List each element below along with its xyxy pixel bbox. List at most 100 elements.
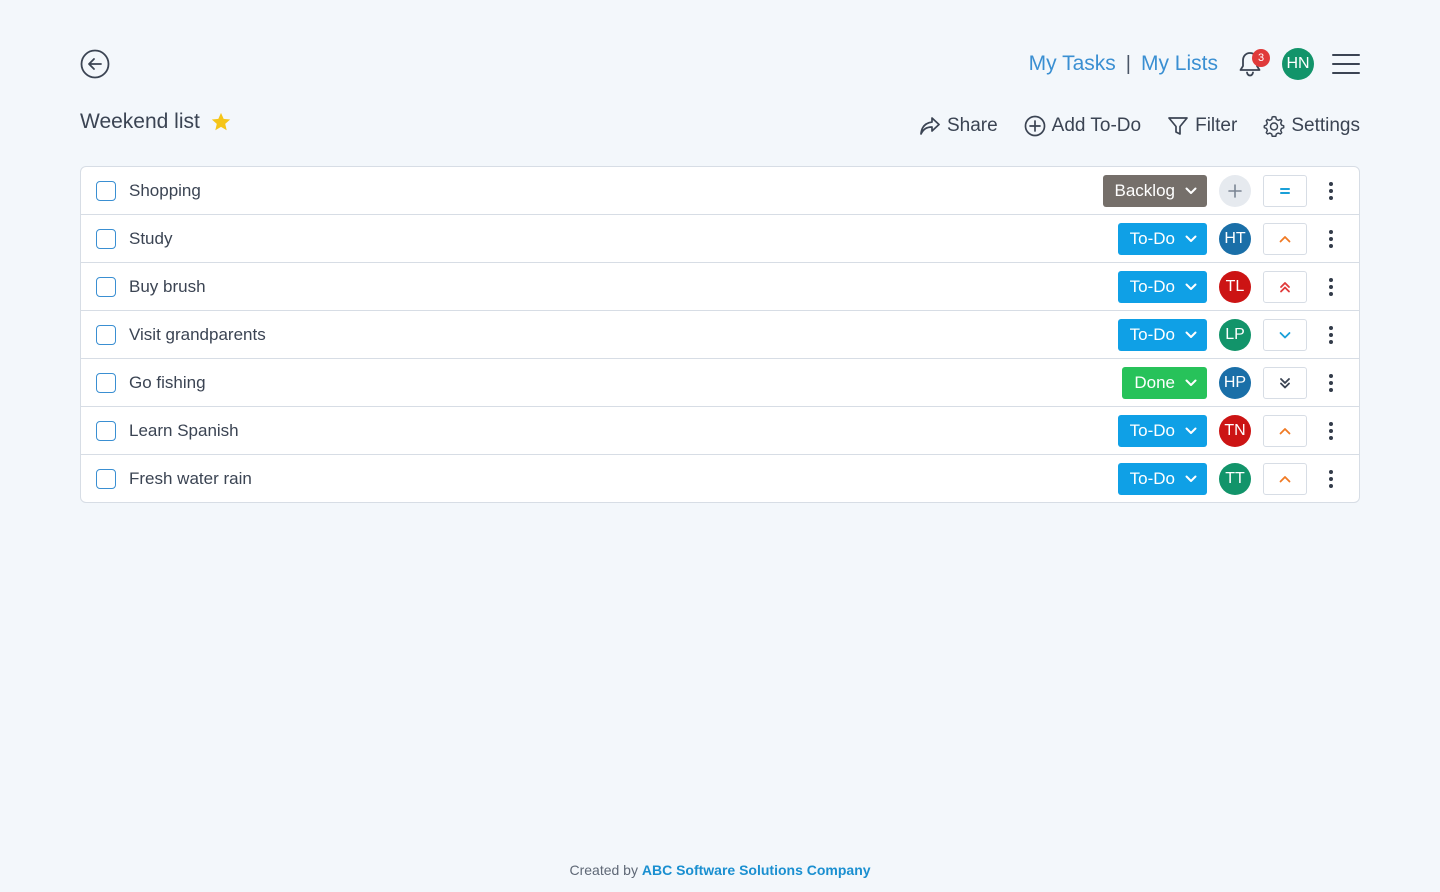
chevron-down-icon (1185, 187, 1197, 194)
status-dropdown[interactable]: To-Do (1117, 318, 1207, 351)
priority-button[interactable] (1263, 174, 1307, 207)
add-circle-icon (1024, 115, 1046, 137)
gear-icon (1263, 115, 1285, 137)
task-row[interactable]: Fresh water rain To-Do TT (81, 454, 1359, 502)
assignee-avatar[interactable]: TT (1219, 462, 1251, 495)
user-avatar[interactable]: HN (1282, 48, 1314, 80)
settings-label: Settings (1291, 115, 1360, 136)
task-checkbox[interactable] (96, 420, 116, 441)
status-label: Done (1134, 372, 1175, 392)
nav-separator: | (1125, 52, 1131, 75)
list-header: Weekend list Share Add To-Do Filter Sett… (80, 102, 1360, 142)
list-title-group: Weekend list (80, 110, 232, 134)
task-name: Shopping (129, 180, 201, 200)
more-options-icon[interactable] (1319, 175, 1343, 207)
company-link[interactable]: ABC Software Solutions Company (642, 862, 871, 878)
task-name: Learn Spanish (129, 420, 239, 440)
settings-button[interactable]: Settings (1263, 115, 1360, 137)
status-dropdown[interactable]: To-Do (1117, 270, 1207, 303)
chevron-down-icon (1185, 283, 1197, 290)
task-name: Go fishing (129, 372, 206, 392)
status-dropdown[interactable]: Backlog (1102, 174, 1207, 207)
back-arrow-icon[interactable] (80, 49, 110, 79)
assignee-avatar[interactable]: TL (1219, 270, 1251, 303)
task-name: Visit grandparents (129, 324, 266, 344)
status-label: To-Do (1129, 324, 1175, 344)
status-label: To-Do (1129, 468, 1175, 488)
status-dropdown[interactable]: To-Do (1117, 462, 1207, 495)
filter-label: Filter (1195, 115, 1238, 136)
more-options-icon[interactable] (1319, 463, 1343, 495)
assignee-avatar[interactable]: TN (1219, 414, 1251, 447)
assignee-avatar[interactable]: HT (1219, 222, 1251, 255)
task-checkbox[interactable] (96, 228, 116, 249)
notification-badge: 3 (1252, 49, 1270, 67)
priority-button[interactable] (1263, 462, 1307, 495)
status-dropdown[interactable]: To-Do (1117, 222, 1207, 255)
chevron-up-icon (1278, 426, 1292, 436)
chevron-down-icon (1185, 331, 1197, 338)
star-icon[interactable] (210, 111, 232, 133)
more-options-icon[interactable] (1319, 367, 1343, 399)
chevron-up-icon (1278, 474, 1292, 484)
footer-prefix: Created by (569, 862, 638, 878)
double-chevron-down-icon (1278, 376, 1292, 390)
chevron-up-icon (1278, 234, 1292, 244)
task-checkbox[interactable] (96, 324, 116, 345)
status-label: To-Do (1129, 228, 1175, 248)
more-options-icon[interactable] (1319, 415, 1343, 447)
add-assignee-button[interactable] (1219, 174, 1251, 207)
task-row[interactable]: Shopping Backlog (81, 167, 1359, 214)
equals-icon (1278, 186, 1292, 196)
hamburger-menu-icon[interactable] (1332, 52, 1360, 76)
nav-right: My Tasks | My Lists 3 HN (1029, 48, 1360, 80)
task-checkbox[interactable] (96, 180, 116, 201)
priority-button[interactable] (1263, 366, 1307, 399)
share-button[interactable]: Share (919, 115, 998, 137)
task-name: Study (129, 228, 173, 248)
priority-button[interactable] (1263, 318, 1307, 351)
status-label: To-Do (1129, 420, 1175, 440)
status-dropdown[interactable]: Done (1122, 366, 1207, 399)
task-row[interactable]: Buy brush To-Do TL (81, 262, 1359, 310)
notifications-button[interactable]: 3 (1236, 49, 1270, 79)
list-title: Weekend list (80, 110, 200, 133)
add-todo-button[interactable]: Add To-Do (1024, 115, 1141, 137)
task-name: Fresh water rain (129, 468, 252, 488)
my-lists-link[interactable]: My Lists (1141, 52, 1218, 76)
chevron-down-icon (1185, 235, 1197, 242)
task-checkbox[interactable] (96, 372, 116, 393)
more-options-icon[interactable] (1319, 271, 1343, 303)
filter-button[interactable]: Filter (1167, 115, 1237, 137)
filter-icon (1168, 117, 1188, 135)
status-label: Backlog (1114, 180, 1175, 200)
task-row[interactable]: Go fishing Done HP (81, 358, 1359, 406)
status-label: To-Do (1129, 276, 1175, 296)
list-actions: Share Add To-Do Filter Settings (893, 115, 1360, 137)
chevron-down-icon (1278, 330, 1292, 340)
task-list: Shopping Backlog Study To-Do HT Buy brush To-D… (80, 166, 1360, 503)
share-icon (920, 117, 940, 135)
add-todo-label: Add To-Do (1051, 115, 1142, 136)
my-tasks-link[interactable]: My Tasks (1029, 52, 1116, 76)
chevron-down-icon (1185, 475, 1197, 482)
task-row[interactable]: Learn Spanish To-Do TN (81, 406, 1359, 454)
priority-button[interactable] (1263, 222, 1307, 255)
status-dropdown[interactable]: To-Do (1117, 414, 1207, 447)
more-options-icon[interactable] (1319, 223, 1343, 255)
top-navigation: My Tasks | My Lists 3 HN (80, 44, 1360, 84)
plus-icon (1228, 183, 1242, 198)
task-name: Buy brush (129, 276, 206, 296)
share-label: Share (946, 115, 998, 136)
assignee-avatar[interactable]: HP (1219, 366, 1251, 399)
chevron-down-icon (1185, 427, 1197, 434)
task-row[interactable]: Study To-Do HT (81, 214, 1359, 262)
priority-button[interactable] (1263, 270, 1307, 303)
priority-button[interactable] (1263, 414, 1307, 447)
more-options-icon[interactable] (1319, 319, 1343, 351)
assignee-avatar[interactable]: LP (1219, 318, 1251, 351)
double-chevron-up-icon (1278, 280, 1292, 294)
task-checkbox[interactable] (96, 468, 116, 489)
task-checkbox[interactable] (96, 276, 116, 297)
task-row[interactable]: Visit grandparents To-Do LP (81, 310, 1359, 358)
